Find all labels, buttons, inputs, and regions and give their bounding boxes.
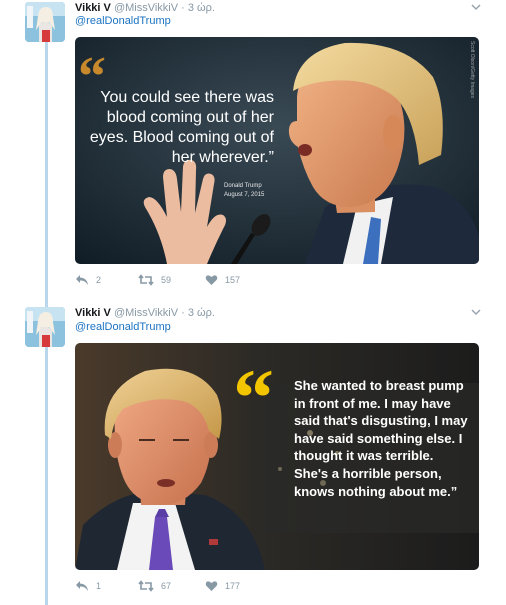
reply-count: 1 xyxy=(96,581,102,591)
quote-citation: Donald Trump August 7, 2015 xyxy=(224,182,264,200)
timestamp[interactable]: · 3 ώρ. xyxy=(181,307,215,319)
author-name[interactable]: Vikki V xyxy=(75,307,111,319)
timestamp[interactable]: · 3 ώρ. xyxy=(181,2,215,14)
like-icon xyxy=(205,275,218,285)
avatar[interactable] xyxy=(25,307,65,347)
like-count: 177 xyxy=(225,581,241,591)
author-handle[interactable]: @MissVikkiV xyxy=(114,2,178,14)
retweet-count: 67 xyxy=(161,581,172,591)
retweet-button[interactable]: 59 xyxy=(138,274,171,286)
quote-text: She wanted to breast pump in front of me… xyxy=(294,378,468,499)
tweet-image[interactable]: “ She wanted to breast pump in front of … xyxy=(75,343,479,570)
retweet-icon xyxy=(138,274,154,286)
quote-text: You could see there was blood coming out… xyxy=(89,89,274,166)
tweet-actions: 1 67 177 xyxy=(75,580,479,596)
tweet-header: Vikki V @MissVikkiV · 3 ώρ. xyxy=(75,306,215,320)
caret-down-icon[interactable] xyxy=(469,0,483,14)
reply-icon xyxy=(76,275,88,285)
caret-down-icon[interactable] xyxy=(469,305,483,319)
citation-date: August 7, 2015 xyxy=(224,192,265,198)
reply-to-link[interactable]: @realDonaldTrump xyxy=(75,15,171,27)
like-icon xyxy=(205,581,218,591)
retweet-button[interactable]: 67 xyxy=(138,580,171,592)
like-count: 157 xyxy=(225,275,241,285)
tweet-header: Vikki V @MissVikkiV · 3 ώρ. xyxy=(75,1,215,15)
photo-credit: Scott Olson/Getty Images xyxy=(469,41,475,98)
reply-to-link[interactable]: @realDonaldTrump xyxy=(75,321,171,333)
citation-name: Donald Trump xyxy=(224,183,262,189)
reply-button[interactable]: 2 xyxy=(75,274,101,286)
avatar-icon xyxy=(25,307,65,347)
author-handle[interactable]: @MissVikkiV xyxy=(114,307,178,319)
reply-button[interactable]: 1 xyxy=(75,580,101,592)
avatar[interactable] xyxy=(25,2,65,42)
reply-count: 2 xyxy=(96,275,102,285)
quote-mark-icon: “ xyxy=(233,352,274,443)
retweet-icon xyxy=(138,580,154,592)
reply-icon xyxy=(76,581,88,591)
retweet-count: 59 xyxy=(161,275,172,285)
tweet-image[interactable]: “ You could see there was blood coming o… xyxy=(75,37,479,264)
like-button[interactable]: 177 xyxy=(205,580,240,592)
author-name[interactable]: Vikki V xyxy=(75,2,111,14)
avatar-icon xyxy=(25,2,65,42)
like-button[interactable]: 157 xyxy=(205,274,240,286)
tweet-actions: 2 59 157 xyxy=(75,274,479,290)
